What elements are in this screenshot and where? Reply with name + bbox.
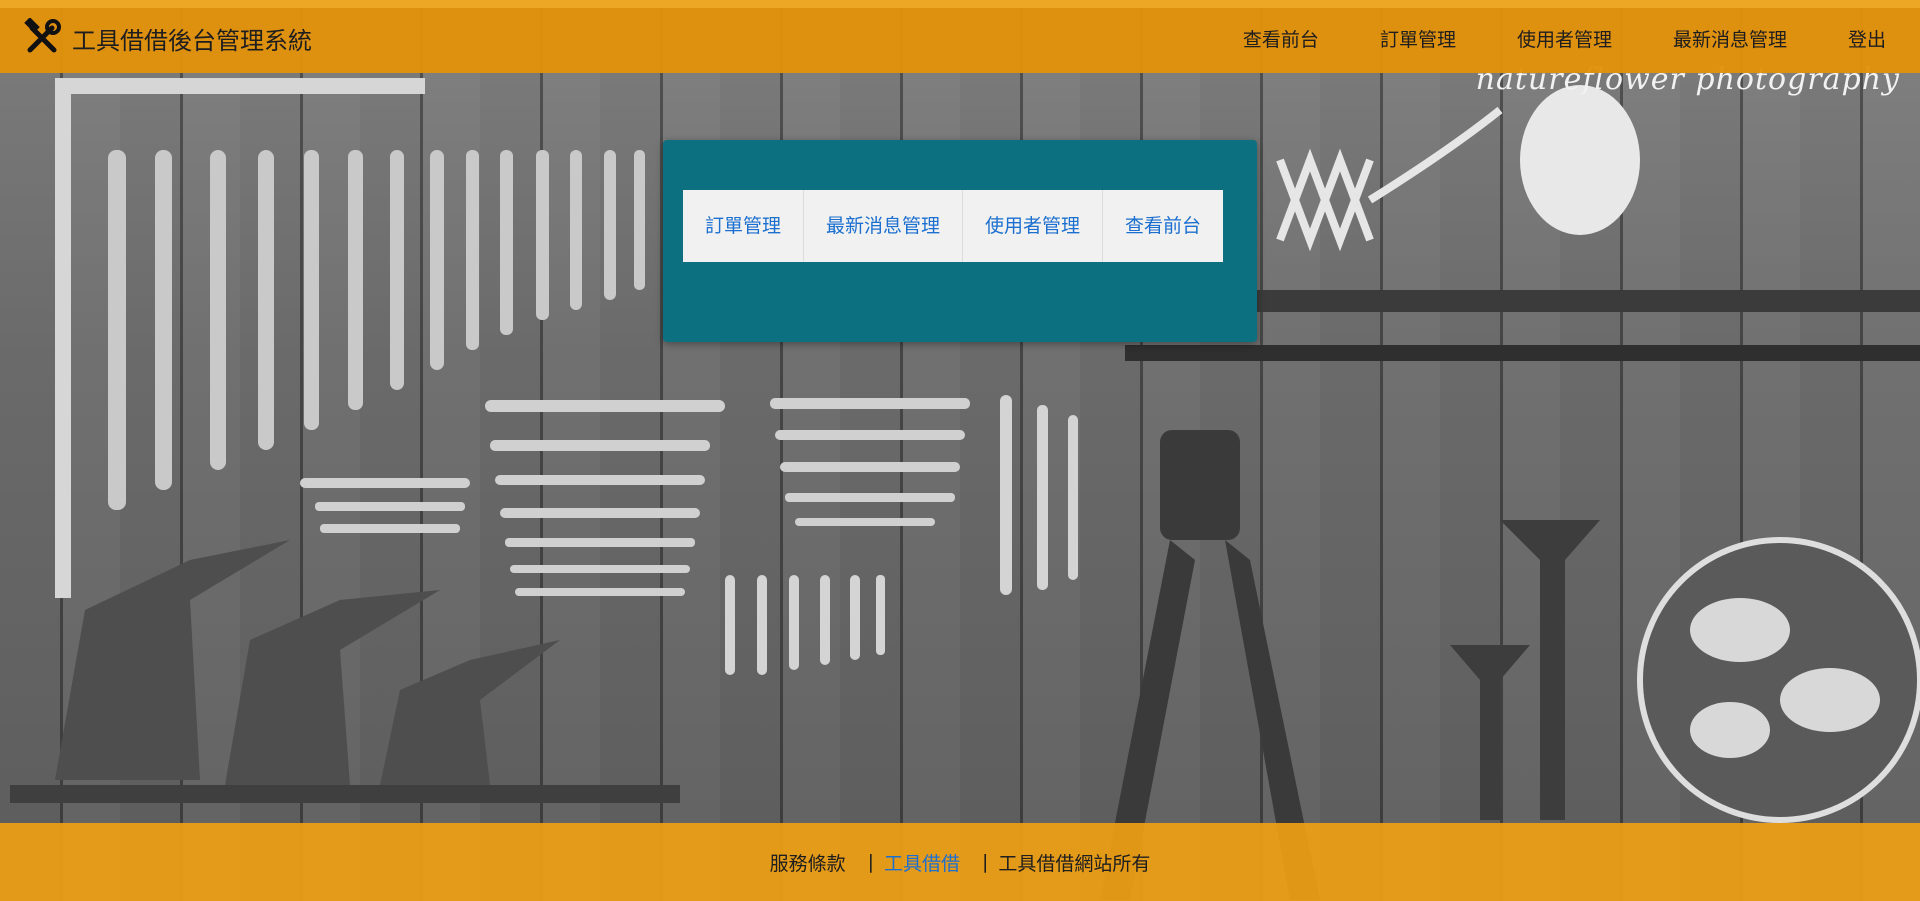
hammer-wrench-icon: [24, 18, 61, 53]
app-title: 工具借借後台管理系統: [72, 26, 312, 55]
admin-menu-panel: 訂單管理 最新消息管理 使用者管理 查看前台: [663, 140, 1257, 342]
oil-cans: [55, 540, 560, 785]
top-navbar: 工具借借後台管理系統 查看前台 訂單管理 使用者管理 最新消息管理 登出: [0, 0, 1920, 73]
footer-separator: |: [867, 851, 874, 873]
shelf-right: [1255, 290, 1920, 312]
tool-wall-illustration: [10, 78, 1920, 900]
wrench-row: [108, 150, 645, 510]
horizontal-wrenches: [300, 398, 970, 596]
ruler-side: [55, 78, 71, 598]
rail: [1125, 345, 1920, 361]
footer: 服務條款 | 工具借借 | 工具借借網站所有: [0, 823, 1920, 901]
background-photo: natureflower photography: [0, 0, 1920, 901]
admin-tabs: 訂單管理 最新消息管理 使用者管理 查看前台: [683, 190, 1224, 262]
scissor-lamp: [1276, 106, 1503, 252]
tab-view-frontend[interactable]: 查看前台: [1103, 190, 1224, 262]
tab-order-management[interactable]: 訂單管理: [683, 190, 805, 262]
footer-home-link[interactable]: 工具借借: [884, 849, 960, 876]
nav-order-management[interactable]: 訂單管理: [1380, 25, 1456, 52]
top-nav: 查看前台 訂單管理 使用者管理 最新消息管理 登出: [1182, 18, 1886, 58]
nav-news-management[interactable]: 最新消息管理: [1673, 25, 1787, 52]
lamp-shade: [1520, 85, 1640, 235]
footer-separator: |: [982, 851, 989, 873]
ruler-top: [55, 78, 425, 94]
tab-news-management[interactable]: 最新消息管理: [804, 190, 964, 262]
tab-user-management[interactable]: 使用者管理: [963, 190, 1104, 262]
footer-copyright: 工具借借網站所有: [998, 852, 1151, 875]
shelf-left: [10, 785, 680, 803]
footer-links: 服務條款 | 工具借借 | 工具借借網站所有: [770, 849, 1151, 876]
nav-user-management[interactable]: 使用者管理: [1517, 25, 1612, 52]
brand[interactable]: 工具借借後台管理系統: [22, 18, 312, 58]
nav-view-frontend[interactable]: 查看前台: [1243, 25, 1319, 52]
horns: [1450, 520, 1600, 820]
footer-terms-link[interactable]: 服務條款: [770, 849, 846, 876]
nav-logout[interactable]: 登出: [1848, 25, 1886, 52]
fan: [1637, 537, 1920, 823]
